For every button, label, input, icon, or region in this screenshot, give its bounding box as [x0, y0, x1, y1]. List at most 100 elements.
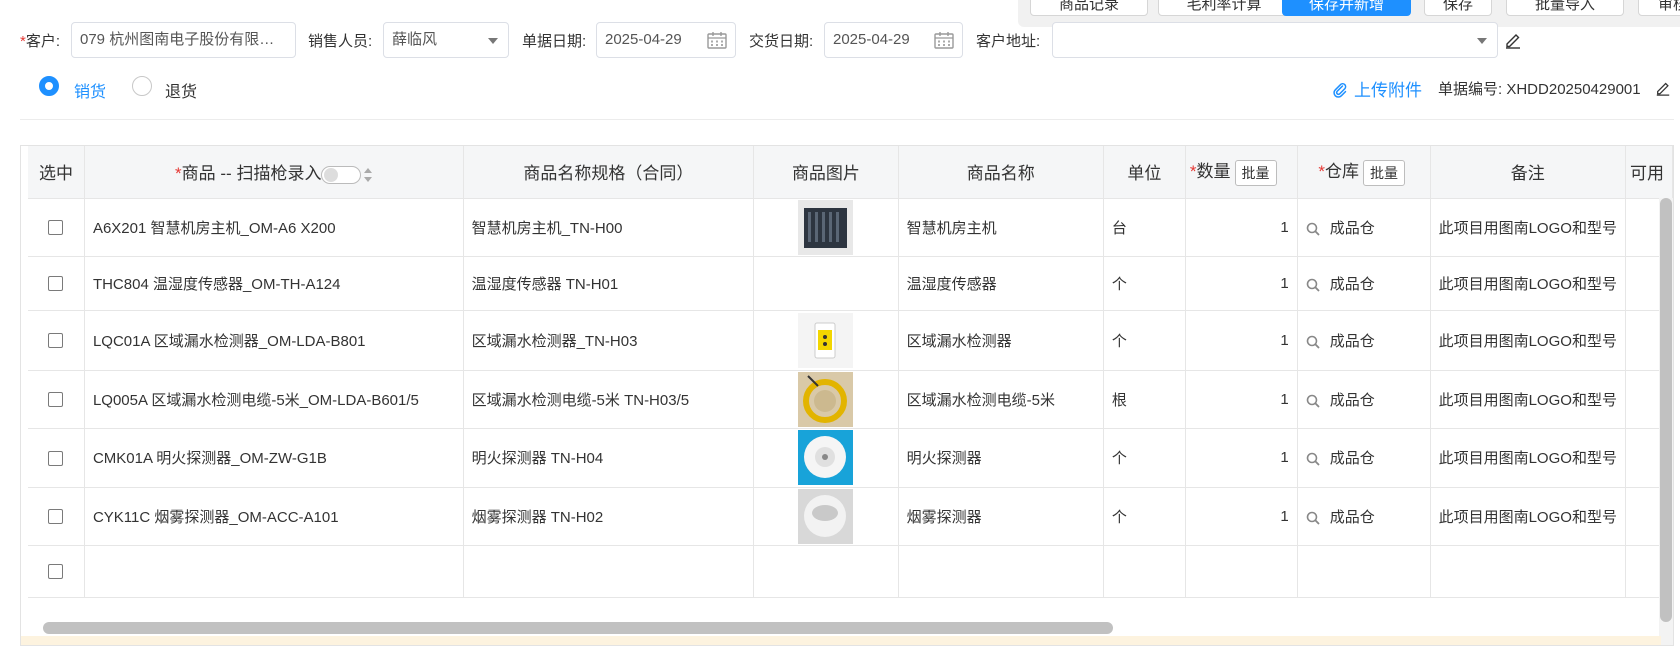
qty-batch-button[interactable]: 批量: [1234, 160, 1277, 186]
table-row[interactable]: A6X201 智慧机房主机_OM-A6 X200 智慧机房主机_TN-H00 智慧机…: [28, 198, 1673, 257]
product-cell[interactable]: [84, 545, 464, 598]
edit-doc-no-icon[interactable]: [1655, 80, 1671, 96]
qty-cell[interactable]: 1: [1185, 310, 1298, 371]
radio-return[interactable]: [132, 76, 152, 96]
search-icon[interactable]: [1306, 452, 1320, 466]
unit-cell[interactable]: 个: [1103, 256, 1186, 311]
sort-icon[interactable]: [364, 167, 373, 182]
spec-cell[interactable]: 区域漏水检测电缆-5米 TN-H03/5: [463, 370, 755, 429]
qty-cell[interactable]: 1: [1185, 428, 1298, 488]
warehouse-cell[interactable]: 成品仓: [1297, 428, 1431, 488]
spec-cell[interactable]: 明火探测器 TN-H04: [463, 428, 755, 488]
upload-label: 上传附件: [1354, 81, 1422, 100]
row-checkbox[interactable]: [48, 509, 64, 525]
qty-cell[interactable]: 1: [1185, 370, 1298, 429]
remark-cell[interactable]: 此项目用图南LOGO和型号: [1430, 487, 1626, 546]
sales-select[interactable]: 薛临风: [383, 22, 509, 58]
name-cell[interactable]: 区域漏水检测电缆-5米: [898, 370, 1104, 429]
calendar-icon[interactable]: [707, 31, 727, 49]
product-cell[interactable]: A6X201 智慧机房主机_OM-A6 X200: [84, 198, 464, 257]
qty-cell[interactable]: 1: [1185, 256, 1298, 311]
unit-cell[interactable]: 个: [1103, 428, 1186, 488]
warehouse-cell[interactable]: 成品仓: [1297, 370, 1431, 429]
unit-cell[interactable]: [1103, 545, 1186, 598]
product-table: 选中 *商品 -- 扫描枪录入 商品名称规格（合同） 商品图片 商品名称 单位 …: [28, 146, 1673, 598]
row-checkbox[interactable]: [48, 450, 64, 466]
table-row[interactable]: THC804 温湿度传感器_OM-TH-A124 温湿度传感器 TN-H01 温湿度…: [28, 256, 1673, 311]
spec-cell[interactable]: 智慧机房主机_TN-H00: [463, 198, 755, 257]
remark-cell[interactable]: 此项目用图南LOGO和型号: [1430, 256, 1626, 311]
product-cell[interactable]: THC804 温湿度传感器_OM-TH-A124: [84, 256, 464, 311]
row-checkbox[interactable]: [48, 220, 64, 236]
search-icon[interactable]: [1306, 511, 1320, 525]
radio-sale[interactable]: [39, 76, 59, 96]
row-checkbox[interactable]: [48, 564, 64, 580]
warehouse-cell[interactable]: 成品仓: [1297, 198, 1431, 257]
name-cell[interactable]: 智慧机房主机: [898, 198, 1104, 257]
save-and-new-button[interactable]: 保存并新增: [1282, 0, 1411, 16]
unit-cell[interactable]: 个: [1103, 310, 1186, 371]
warehouse-cell[interactable]: [1297, 545, 1431, 598]
qty-cell[interactable]: 1: [1185, 487, 1298, 546]
radio-sale-label[interactable]: 销货: [74, 78, 106, 102]
unit-cell[interactable]: 个: [1103, 487, 1186, 546]
table-row[interactable]: LQC01A 区域漏水检测器_OM-LDA-B801 区域漏水检测器_TN-H03…: [28, 310, 1673, 371]
warehouse-batch-button[interactable]: 批量: [1362, 160, 1405, 186]
warehouse-value: 成品仓: [1329, 450, 1375, 467]
name-cell[interactable]: 烟雾探测器: [898, 487, 1104, 546]
table-row[interactable]: CYK11C 烟雾探测器_OM-ACC-A101 烟雾探测器 TN-H02 烟雾探测…: [28, 487, 1673, 546]
product-cell[interactable]: LQ005A 区域漏水检测电缆-5米_OM-LDA-B601/5: [84, 370, 464, 429]
remark-cell[interactable]: 此项目用图南LOGO和型号: [1430, 428, 1626, 488]
spec-cell[interactable]: 温湿度传感器 TN-H01: [463, 256, 755, 311]
table-row[interactable]: CMK01A 明火探测器_OM-ZW-G1B 明火探测器 TN-H04 明火探测器个…: [28, 428, 1673, 488]
radio-return-label[interactable]: 退货: [165, 78, 197, 102]
warehouse-cell[interactable]: 成品仓: [1297, 256, 1431, 311]
row-checkbox[interactable]: [48, 392, 64, 408]
image-cell: [753, 198, 899, 257]
remark-cell[interactable]: 此项目用图南LOGO和型号: [1430, 310, 1626, 371]
save-button[interactable]: 保存: [1424, 0, 1492, 16]
table-row[interactable]: LQ005A 区域漏水检测电缆-5米_OM-LDA-B601/5 区域漏水检测电缆…: [28, 370, 1673, 429]
remark-cell[interactable]: [1430, 545, 1626, 598]
unit-cell[interactable]: 根: [1103, 370, 1186, 429]
margin-calc-button[interactable]: 毛利率计算: [1158, 0, 1290, 16]
address-select[interactable]: [1052, 22, 1498, 58]
name-cell[interactable]: 明火探测器: [898, 428, 1104, 488]
vertical-scrollbar[interactable]: [1660, 198, 1672, 622]
search-icon[interactable]: [1306, 394, 1320, 408]
spec-cell[interactable]: [463, 545, 755, 598]
calendar-icon[interactable]: [934, 31, 954, 49]
product-cell[interactable]: CMK01A 明火探测器_OM-ZW-G1B: [84, 428, 464, 488]
spec-cell[interactable]: 区域漏水检测器_TN-H03: [463, 310, 755, 371]
remark-cell[interactable]: 此项目用图南LOGO和型号: [1430, 198, 1626, 257]
row-checkbox[interactable]: [48, 276, 64, 292]
search-icon[interactable]: [1306, 222, 1320, 236]
unit-cell[interactable]: 台: [1103, 198, 1186, 257]
search-icon[interactable]: [1306, 335, 1320, 349]
edit-address-icon[interactable]: [1504, 31, 1522, 49]
qty-cell[interactable]: [1185, 545, 1298, 598]
table-row-empty[interactable]: [28, 545, 1673, 598]
horizontal-scrollbar[interactable]: [43, 622, 1113, 634]
remark-cell[interactable]: 此项目用图南LOGO和型号: [1430, 370, 1626, 429]
batch-import-button[interactable]: 批量导入: [1506, 0, 1624, 16]
doc-date-input[interactable]: 2025-04-29: [596, 22, 736, 58]
paperclip-icon: [1333, 82, 1347, 98]
scan-toggle[interactable]: [321, 165, 362, 184]
product-cell[interactable]: LQC01A 区域漏水检测器_OM-LDA-B801: [84, 310, 464, 371]
search-icon[interactable]: [1306, 278, 1320, 292]
spec-cell[interactable]: 烟雾探测器 TN-H02: [463, 487, 755, 546]
warehouse-cell[interactable]: 成品仓: [1297, 310, 1431, 371]
name-cell[interactable]: [898, 545, 1104, 598]
warehouse-cell[interactable]: 成品仓: [1297, 487, 1431, 546]
qty-cell[interactable]: 1: [1185, 198, 1298, 257]
review-button[interactable]: 审核: [1638, 0, 1680, 16]
customer-field[interactable]: 079 杭州图南电子股份有限公司: [71, 22, 296, 58]
name-cell[interactable]: 区域漏水检测器: [898, 310, 1104, 371]
upload-attachment-link[interactable]: 上传附件: [1332, 76, 1422, 101]
product-record-button[interactable]: 商品记录: [1030, 0, 1148, 16]
row-checkbox[interactable]: [48, 333, 64, 349]
name-cell[interactable]: 温湿度传感器: [898, 256, 1104, 311]
delivery-date-input[interactable]: 2025-04-29: [824, 22, 963, 58]
product-cell[interactable]: CYK11C 烟雾探测器_OM-ACC-A101: [84, 487, 464, 546]
